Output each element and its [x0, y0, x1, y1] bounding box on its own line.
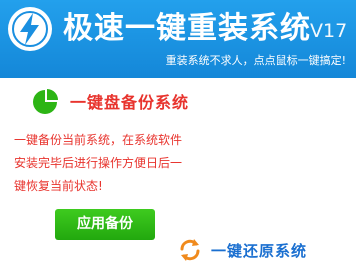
backup-description: 一键备份当前系统，在系统软件 安装完毕后进行操作方便日后一 键恢复当前状态! [14, 129, 246, 198]
restore-system-link[interactable]: 一键还原系统 [211, 241, 307, 261]
app-header: 极速一键重装系统 V17 重装系统不求人，点点鼠标一键搞定! [0, 0, 356, 78]
version-label: V17 [310, 20, 348, 42]
description-line: 安装完毕后进行操作方便日后一 [14, 156, 183, 170]
slogan-text: 重装系统不求人，点点鼠标一键搞定! [165, 54, 346, 67]
apply-backup-button[interactable]: 应用备份 [55, 209, 155, 240]
description-line: 一键备份当前系统，在系统软件 [14, 133, 183, 147]
backup-section-title: 一键盘备份系统 [70, 93, 190, 112]
refresh-icon[interactable] [176, 236, 204, 268]
description-line: 键恢复当前状态! [14, 179, 103, 193]
lightning-logo-icon [8, 7, 52, 51]
app-title: 极速一键重装系统 [63, 11, 311, 46]
pie-chart-icon [31, 88, 59, 120]
